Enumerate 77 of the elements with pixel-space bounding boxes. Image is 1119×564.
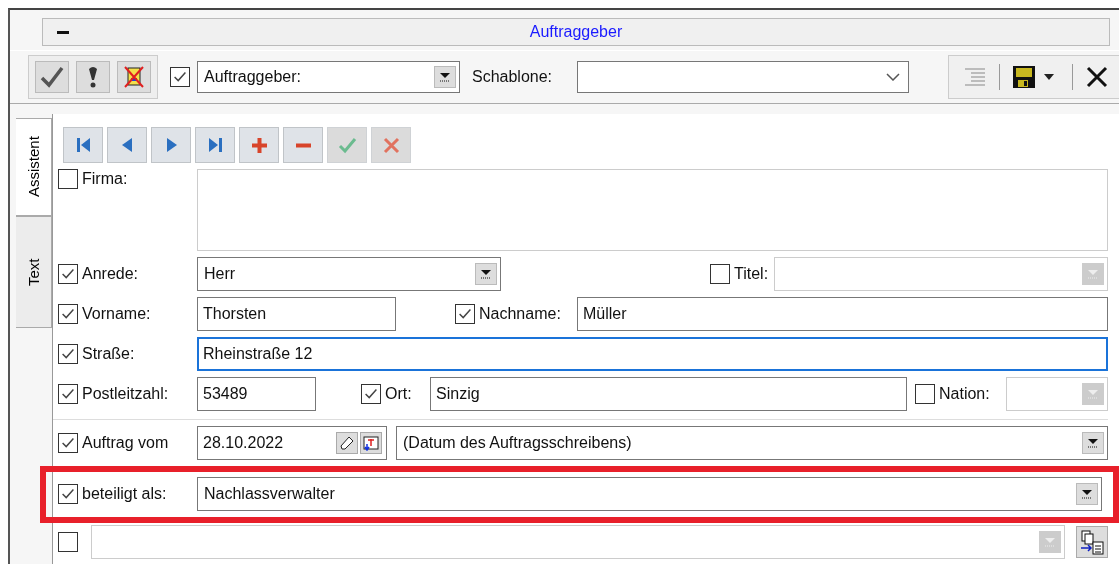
- panel-title: Auftraggeber: [529, 23, 623, 40]
- text-field[interactable]: Rheinstraße 12: [197, 337, 1108, 371]
- record-button[interactable]: [195, 127, 235, 163]
- cross-icon: [383, 137, 399, 154]
- copy-list-icon: [1079, 529, 1105, 555]
- side-tab[interactable]: Text: [16, 216, 52, 328]
- checkbox[interactable]: [58, 304, 78, 324]
- crossed-document-icon: [123, 65, 145, 89]
- checkbox[interactable]: [170, 67, 190, 87]
- chevron-icon: [886, 73, 901, 81]
- field-label: Straße:: [82, 345, 135, 363]
- field-label: Vorname:: [82, 305, 151, 323]
- dropdown-button[interactable]: [1082, 432, 1104, 454]
- field-label: Firma:: [82, 170, 128, 188]
- template-label: Schablone:: [472, 68, 553, 86]
- dropdown-arrow-icon: [1080, 488, 1094, 500]
- template-dropdown[interactable]: [577, 61, 910, 93]
- eraser-button[interactable]: [336, 432, 358, 454]
- record-button[interactable]: [151, 127, 191, 163]
- toolbar-button[interactable]: [76, 61, 110, 93]
- dropdown-button[interactable]: [475, 263, 497, 285]
- record-button[interactable]: [239, 127, 279, 163]
- collapse-button[interactable]: [57, 30, 69, 34]
- dropdown-arrow-icon: [1043, 536, 1057, 548]
- toolbar-button[interactable]: [35, 61, 69, 93]
- checkbox[interactable]: [58, 384, 78, 404]
- checkbox[interactable]: [58, 264, 78, 284]
- dropdown-arrow-icon: [479, 268, 493, 280]
- dropdown-field[interactable]: Auftraggeber:: [197, 61, 460, 93]
- field-label: Anrede:: [82, 265, 139, 283]
- field-label: Auftrag vom: [82, 434, 169, 452]
- checkbox[interactable]: [58, 484, 78, 504]
- dropdown-arrow-icon: [438, 71, 452, 83]
- first-record-icon: [76, 138, 90, 152]
- checkbox[interactable]: [58, 433, 78, 453]
- calendar-icon: [362, 435, 380, 451]
- dropdown-button[interactable]: [1076, 483, 1098, 505]
- text-field[interactable]: Thorsten: [197, 297, 396, 331]
- side-tab[interactable]: Assistent: [16, 118, 52, 216]
- plus-icon: [251, 138, 267, 153]
- field-label: Nachname:: [479, 305, 561, 323]
- close-icon: [1085, 65, 1109, 89]
- exclamation-icon: [87, 65, 99, 89]
- previous-icon: [121, 138, 132, 152]
- checkbox[interactable]: [361, 384, 381, 404]
- checkbox[interactable]: [455, 304, 475, 324]
- transfer-button[interactable]: [1076, 526, 1108, 558]
- eraser-icon: [339, 435, 355, 451]
- text-field[interactable]: Sinzig: [430, 377, 907, 411]
- dropdown-arrow-icon: [1086, 268, 1100, 280]
- checkmark-icon: [40, 65, 64, 89]
- field-label: Titel:: [734, 265, 769, 283]
- field-label: Nation:: [939, 385, 990, 403]
- dropdown-arrow-icon: [1086, 388, 1100, 400]
- text-field[interactable]: 53489: [197, 377, 316, 411]
- calendar-button[interactable]: [360, 432, 382, 454]
- dropdown-field[interactable]: (Datum des Auftragsschreibens): [396, 426, 1108, 460]
- field-label: beteiligt als:: [82, 485, 167, 503]
- field-label: Postleitzahl:: [82, 385, 169, 403]
- checkbox[interactable]: [58, 344, 78, 364]
- lines-icon: [963, 66, 987, 88]
- text-field[interactable]: Müller: [577, 297, 1108, 331]
- record-button[interactable]: [107, 127, 147, 163]
- dropdown-arrow-icon: [1086, 437, 1100, 449]
- minus-icon: [295, 143, 311, 148]
- record-button[interactable]: [63, 127, 103, 163]
- date-field[interactable]: 28.10.2022: [197, 426, 387, 460]
- close-button[interactable]: [1085, 65, 1109, 89]
- dropdown-button[interactable]: [434, 66, 456, 88]
- field-label: Ort:: [385, 385, 412, 403]
- checkbox[interactable]: [58, 169, 78, 189]
- dropdown-field[interactable]: Herr: [197, 257, 501, 291]
- last-record-icon: [208, 138, 222, 152]
- checkmark-icon: [338, 138, 356, 154]
- next-icon: [166, 138, 177, 152]
- dropdown-field[interactable]: Nachlassverwalter: [197, 477, 1102, 511]
- record-button[interactable]: [283, 127, 323, 163]
